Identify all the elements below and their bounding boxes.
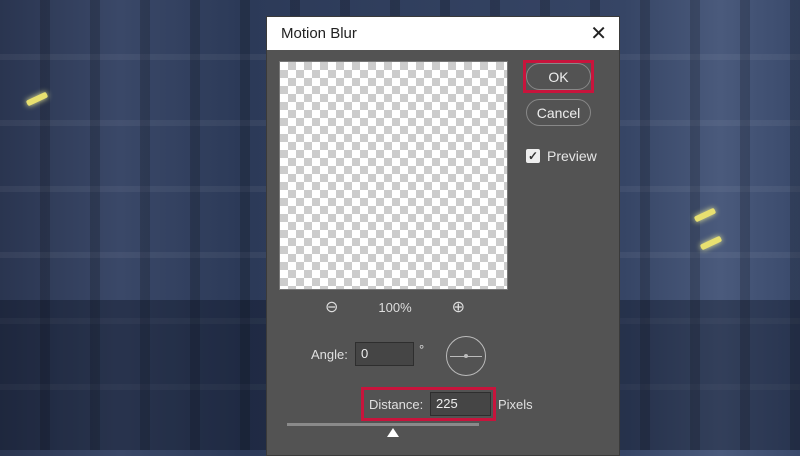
distance-unit: Pixels (498, 397, 533, 412)
angle-dial[interactable] (446, 336, 486, 376)
checkbox-checked-icon[interactable]: ✓ (526, 149, 540, 163)
preview-canvas[interactable] (279, 61, 508, 290)
title-bar: Motion Blur ✕ (267, 17, 619, 50)
angle-unit: ° (419, 342, 425, 357)
ok-button[interactable]: OK (526, 63, 591, 90)
motion-blur-dialog: Motion Blur ✕ OK Cancel ✓ Preview ⊖ 100%… (266, 16, 620, 456)
cancel-button[interactable]: Cancel (526, 99, 591, 126)
dialog-title: Motion Blur (281, 25, 357, 42)
distance-slider-thumb[interactable] (386, 428, 399, 437)
preview-label: Preview (547, 148, 597, 164)
preview-checkbox[interactable]: ✓ Preview (526, 148, 597, 164)
angle-label: Angle: (311, 347, 348, 362)
distance-input[interactable]: 225 (430, 392, 491, 416)
distance-label: Distance: (369, 397, 424, 412)
angle-input[interactable]: 0 (355, 342, 414, 366)
zoom-controls: ⊖ 100% ⊕ (325, 297, 465, 317)
zoom-level: 100% (378, 299, 412, 315)
distance-slider-track[interactable] (287, 423, 479, 426)
zoom-out-icon[interactable]: ⊖ (325, 297, 338, 317)
zoom-in-icon[interactable]: ⊕ (452, 297, 465, 317)
close-icon[interactable]: ✕ (590, 21, 607, 46)
